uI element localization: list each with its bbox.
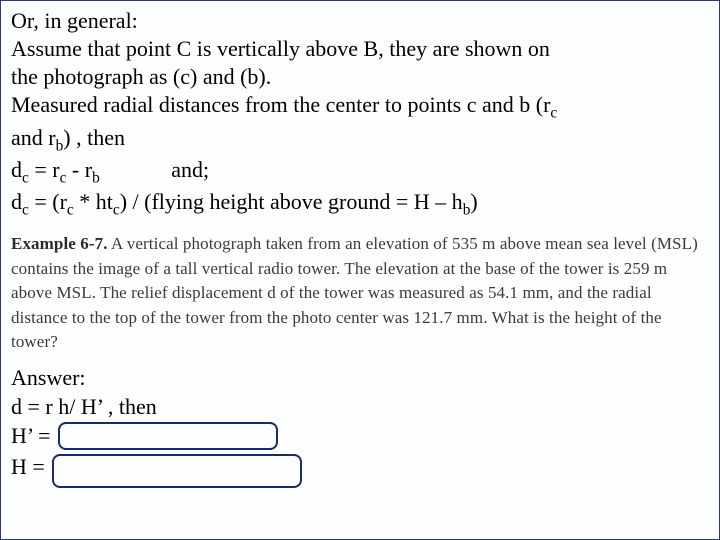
var-d: d — [11, 157, 22, 182]
var-d: d — [11, 189, 22, 214]
text-fragment: ) — [470, 189, 477, 214]
text-fragment: Measured radial distances from the cente… — [11, 92, 550, 117]
text-fragment: and r — [11, 125, 56, 150]
example-label: Example 6-7. — [11, 234, 108, 253]
text-fragment: * ht — [74, 189, 113, 214]
text-fragment: = (r — [29, 189, 67, 214]
answer-line-1: d = r h/ H’ , then — [11, 392, 709, 421]
intro-line-2a: Assume that point C is vertically above … — [11, 35, 709, 63]
subscript-c: c — [550, 105, 557, 122]
spacing — [100, 157, 172, 182]
example-box: Example 6-7. A vertical photograph taken… — [11, 230, 709, 357]
text-fragment: and; — [171, 157, 209, 182]
subscript-c: c — [22, 201, 29, 218]
example-body: A vertical photograph taken from an elev… — [11, 234, 698, 352]
answer-label: Answer: — [11, 363, 709, 392]
redacted-box — [52, 454, 302, 488]
answer-block: Answer: d = r h/ H’ , then H’ = H = — [11, 363, 709, 486]
intro-line-1: Or, in general: — [11, 7, 709, 35]
text-fragment: ) / (flying height above ground = H – h — [120, 189, 463, 214]
redacted-box — [58, 422, 278, 450]
subscript-c: c — [22, 169, 29, 186]
answer-line-2: H’ = — [11, 421, 709, 452]
text-fragment: H = — [11, 454, 45, 479]
text-fragment: - r — [66, 157, 92, 182]
text-fragment: ) , then — [63, 125, 125, 150]
intro-line-2b: the photograph as (c) and (b). — [11, 63, 709, 91]
slide-content: Or, in general: Assume that point C is v… — [1, 1, 719, 486]
answer-line-3: H = — [11, 452, 709, 486]
example-text: Example 6-7. A vertical photograph taken… — [11, 232, 709, 355]
intro-line-3b: and rb) , then — [11, 124, 709, 156]
subscript-c: c — [67, 201, 74, 218]
equation-1: dc = rc - rb and; — [11, 156, 709, 188]
text-fragment: H’ = — [11, 423, 51, 448]
equation-2: dc = (rc * htc) / (flying height above g… — [11, 188, 709, 220]
intro-line-3a: Measured radial distances from the cente… — [11, 91, 709, 123]
text-fragment: = r — [29, 157, 60, 182]
subscript-b: b — [92, 169, 100, 186]
subscript-c: c — [113, 201, 120, 218]
